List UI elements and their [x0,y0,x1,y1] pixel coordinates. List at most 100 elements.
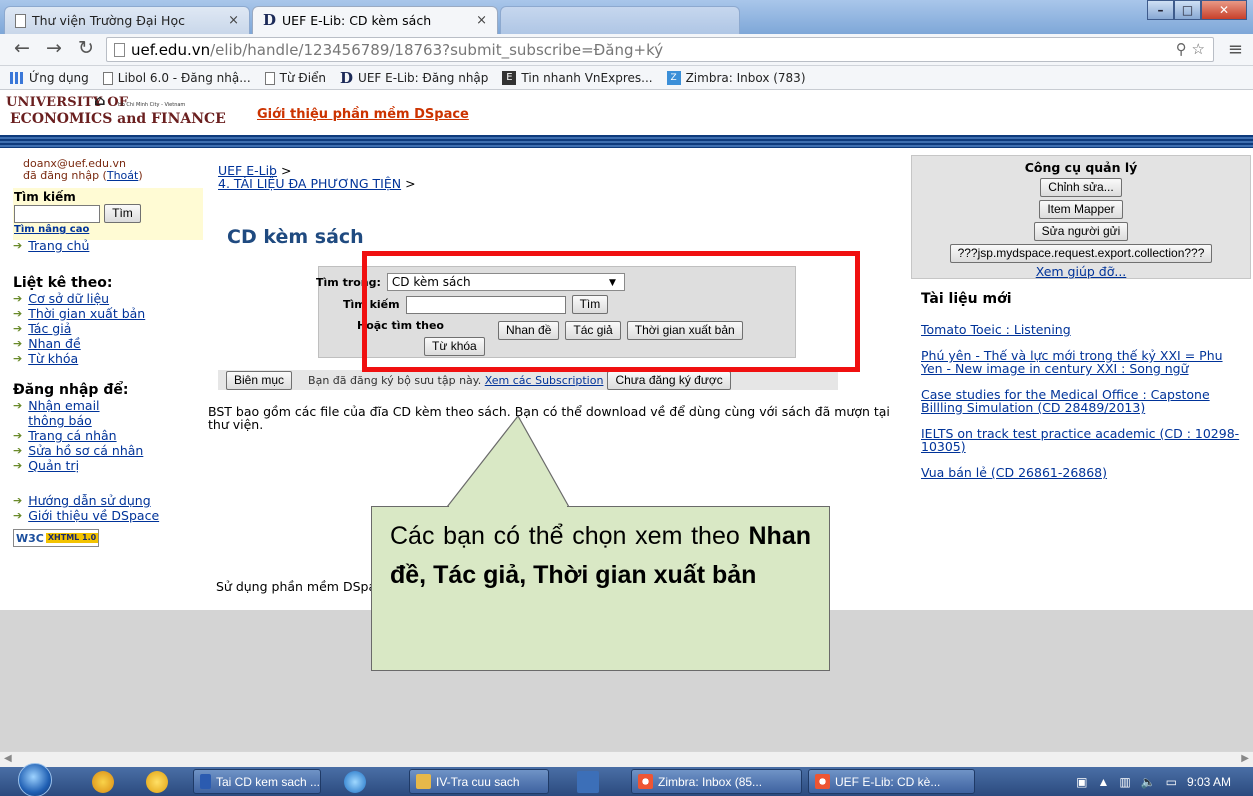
bookmark-zimbra[interactable]: Z Zimbra: Inbox (783) [666,70,806,85]
recent-item[interactable]: Case studies for the Medical Office : Ca… [921,388,1241,414]
bookmark-tu-dien[interactable]: Từ Điển [264,71,326,85]
tab-thu-vien[interactable]: Thư viện Trường Đại Học × [4,6,250,34]
tab-uef-elib[interactable]: D UEF E-Lib: CD kèm sách × [252,6,498,34]
tray-volume-icon[interactable]: 🔈 [1141,775,1156,789]
w3c-xhtml-badge[interactable]: W3C XHTML 1.0 [13,529,100,547]
address-toolbar: ← → ↻ uef.edu.vn/elib/handle/123456789/1… [0,34,1253,66]
bookmark-uef-login[interactable]: D UEF E-Lib: Đăng nhập [340,70,488,85]
subscription-bar: Biên mục Bạn đã đăng ký bộ sưu tập này. … [218,370,838,390]
my-profile-link[interactable]: ➔ Trang cá nhân [13,428,203,443]
start-button[interactable] [8,763,66,796]
browse-keyword[interactable]: ➔ Từ khóa [13,351,203,366]
advanced-search-link[interactable]: Tìm nâng cao [14,224,203,235]
user-guide-link[interactable]: ➔ Hướng dẫn sử dụng [13,493,203,508]
subscriptions-link[interactable]: Xem các Subscription [485,374,604,387]
edit-collection-button[interactable]: Chỉnh sửa... [1040,178,1122,197]
subscribed-text: Bạn đã đăng ký bộ sưu tập này. [308,373,485,387]
building-icon: ⌂ [94,93,106,109]
taskbar-folder-window[interactable]: IV-Tra cuu sach [409,769,549,794]
minimize-icon[interactable]: – [1147,0,1174,20]
email-alerts-link[interactable]: ➔ Nhận email thông báo [13,398,203,428]
tab-title: UEF E-Lib: CD kèm sách [282,13,432,28]
chrome-icon [638,774,653,789]
item-mapper-button[interactable]: Item Mapper [1039,200,1123,219]
tab-close-icon[interactable]: × [228,13,239,28]
logout-link[interactable]: Thoát [107,169,138,182]
chrome-icon [815,774,830,789]
dspace-intro-link[interactable]: Giới thiệu phần mềm DSpace [257,107,469,122]
edit-profile-link[interactable]: ➔ Sửa hồ sơ cá nhân [13,443,203,458]
tab-close-icon[interactable]: × [476,13,487,28]
zoom-star-icons[interactable]: ⚲ ☆ [1176,40,1205,58]
edit-submitters-button[interactable]: Sửa người gửi [1033,222,1129,241]
arrow-icon: ➔ [13,399,23,412]
browse-date[interactable]: ➔ Thời gian xuất bản [13,306,203,321]
recent-item[interactable]: IELTS on track test practice academic (C… [921,427,1241,453]
tray-monitor-icon[interactable]: ▭ [1166,775,1177,789]
scroll-right-icon[interactable]: ▶ [1241,753,1249,764]
browser-pinned-icon[interactable] [92,771,114,793]
sidebar-search-input[interactable] [14,204,100,223]
callout-text: Các bạn có thể chọn xem theo [390,522,749,550]
arrow-icon: ➔ [13,444,23,457]
taskbar-zimbra-window[interactable]: Zimbra: Inbox (85... [631,769,802,794]
arrow-icon: ➔ [13,239,23,252]
page-icon [15,14,26,28]
clock[interactable]: 9:03 AM [1187,775,1231,789]
browse-label: Thời gian xuất bản [28,306,146,321]
close-window-icon[interactable]: ✕ [1201,0,1247,20]
recent-items-title: Tài liệu mới [921,291,1012,307]
bookmark-apps[interactable]: Ứng dụng [10,71,89,85]
recent-item[interactable]: Phú yên - Thế và lực mới trong thế kỷ XX… [921,349,1241,375]
logo-subtitle: Ho Chi Minh City - Vietnam [118,102,186,108]
new-tab-button[interactable] [500,6,740,34]
recent-item[interactable]: Vua bán lẻ (CD 26861-26868) [921,466,1241,479]
export-collection-button[interactable]: ???jsp.mydspace.request.export.collectio… [949,244,1213,263]
reload-icon[interactable]: ↻ [78,37,94,59]
home-label: Trang chủ [28,238,90,253]
address-bar[interactable]: uef.edu.vn/elib/handle/123456789/18763?s… [106,37,1214,62]
messenger-pinned-icon[interactable] [146,771,168,793]
breadcrumb-separator: > [401,176,416,191]
breadcrumb-community[interactable]: 4. TÀI LIỆU ĐA PHƯƠNG TIỆN [218,176,401,191]
taskbar-word-window[interactable]: Tai CD kem sach ... [193,769,321,794]
browse-communities[interactable]: ➔ Cơ sở dữ liệu [13,291,203,306]
recent-item[interactable]: Tomato Toeic : Listening [921,323,1241,336]
ie-icon[interactable] [344,771,366,793]
admin-help-link[interactable]: Xem giúp đỡ... [912,264,1250,279]
page-icon [264,71,275,85]
browse-items-button[interactable]: Biên mục [226,370,293,390]
sidebar-search-button[interactable]: Tìm [104,204,141,223]
forward-icon[interactable]: → [46,37,62,59]
bookmark-libol[interactable]: Libol 6.0 - Đăng nhậ... [102,71,251,85]
footer-text: Sử dụng phần mềm DSpace [216,579,391,594]
horizontal-scrollbar[interactable]: ◀ ▶ [0,751,1253,767]
menu-icon[interactable]: ≡ [1228,39,1243,60]
unsubscribe-button[interactable]: Chưa đăng ký được [607,370,731,390]
bookmark-label: Ứng dụng [29,70,89,85]
browse-label: Từ khóa [28,351,79,366]
back-icon[interactable]: ← [14,37,30,59]
maximize-icon[interactable]: □ [1174,0,1201,20]
highlight-box [362,251,860,372]
browse-title-link[interactable]: ➔ Nhan đề [13,336,203,351]
url-path: /elib/handle/123456789/18763?submit_subs… [210,41,664,59]
browse-author[interactable]: ➔ Tác giả [13,321,203,336]
tray-app-icon[interactable]: ▣ [1076,775,1087,789]
admin-link[interactable]: ➔ Quản trị [13,458,203,473]
help-label: Giới thiệu về DSpace [28,508,160,523]
about-dspace-link[interactable]: ➔ Giới thiệu về DSpace [13,508,203,523]
breadcrumb: UEF E-Lib > 4. TÀI LIỆU ĐA PHƯƠNG TIỆN > [218,164,416,190]
bookmark-label: Tin nhanh VnExpres... [521,70,653,85]
taskbar-elib-window[interactable]: UEF E-Lib: CD kè... [808,769,975,794]
arrow-icon: ➔ [13,307,23,320]
tray-expand-icon[interactable]: ▲ [1097,775,1109,789]
home-link[interactable]: ➔ Trang chủ [13,238,203,253]
bookmark-vnexpress[interactable]: E Tin nhanh VnExpres... [502,70,653,85]
search-title: Tìm kiếm [14,190,76,204]
tray-network-icon[interactable]: ▥ [1119,775,1130,789]
sidebar-search: Tìm kiếm Tìm Tìm nâng cao [13,188,203,240]
university-logo[interactable]: UNIVERSITY OF ECONOMICS and FINANCE ⌂ Ho… [6,93,226,128]
app-icon[interactable] [577,771,599,793]
bookmark-label: Zimbra: Inbox (783) [685,70,806,85]
